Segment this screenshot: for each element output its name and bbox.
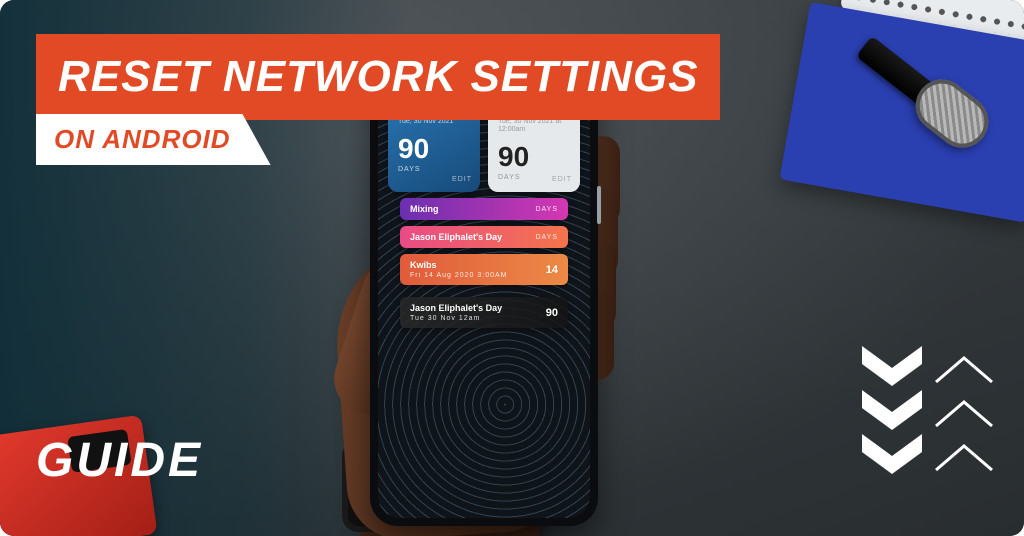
event-right: DAYS: [535, 206, 558, 213]
event-label: Kwibs: [410, 260, 437, 270]
widget-edit-label: EDIT: [552, 176, 572, 184]
chevron-up-outline-stack-icon: [932, 346, 996, 496]
event-right: 14: [546, 264, 558, 276]
widget-subtitle: Tue, 30 Nov 2021 at 12:00am: [498, 118, 570, 135]
event-bar: Jason Eliphalet's Day DAYS: [400, 226, 568, 248]
event-right: DAYS: [535, 234, 558, 241]
widget-edit-label: EDIT: [452, 176, 472, 184]
event-meta: Fri 14 Aug 2020 3:00AM: [410, 272, 508, 279]
event-bar: Kwibs Fri 14 Aug 2020 3:00AM 14: [400, 254, 568, 285]
event-label: Jason Eliphalet's Day: [410, 303, 502, 313]
phone-nav-bar: [444, 508, 524, 512]
event-bar: Jason Eliphalet's Day Tue 30 Nov 12am 90: [400, 297, 568, 328]
phone-power-button: [597, 186, 601, 224]
widget-unit: days: [398, 166, 470, 174]
headline-banner: RESET NETWORK SETTINGS: [36, 34, 720, 120]
widget-value: 90: [498, 140, 570, 174]
event-bar: Mixing DAYS: [400, 198, 568, 220]
event-label: Mixing: [410, 204, 439, 214]
event-meta: Tue 30 Nov 12am: [410, 315, 480, 322]
subheadline-banner: ON ANDROID: [36, 114, 271, 165]
event-right: 90: [546, 307, 558, 319]
event-label: Jason Eliphalet's Day: [410, 232, 502, 242]
chevron-down-stack-icon: [860, 346, 924, 496]
thumbnail-card: Jason Eliphalet's Day Tue, 30 Nov 2021 9…: [0, 0, 1024, 536]
event-bars: Mixing DAYS Jason Eliphalet's Day DAYS K…: [400, 198, 568, 328]
guide-label: GUIDE: [36, 433, 203, 488]
android-phone: Jason Eliphalet's Day Tue, 30 Nov 2021 9…: [370, 56, 598, 526]
widget-value: 90: [398, 132, 470, 166]
